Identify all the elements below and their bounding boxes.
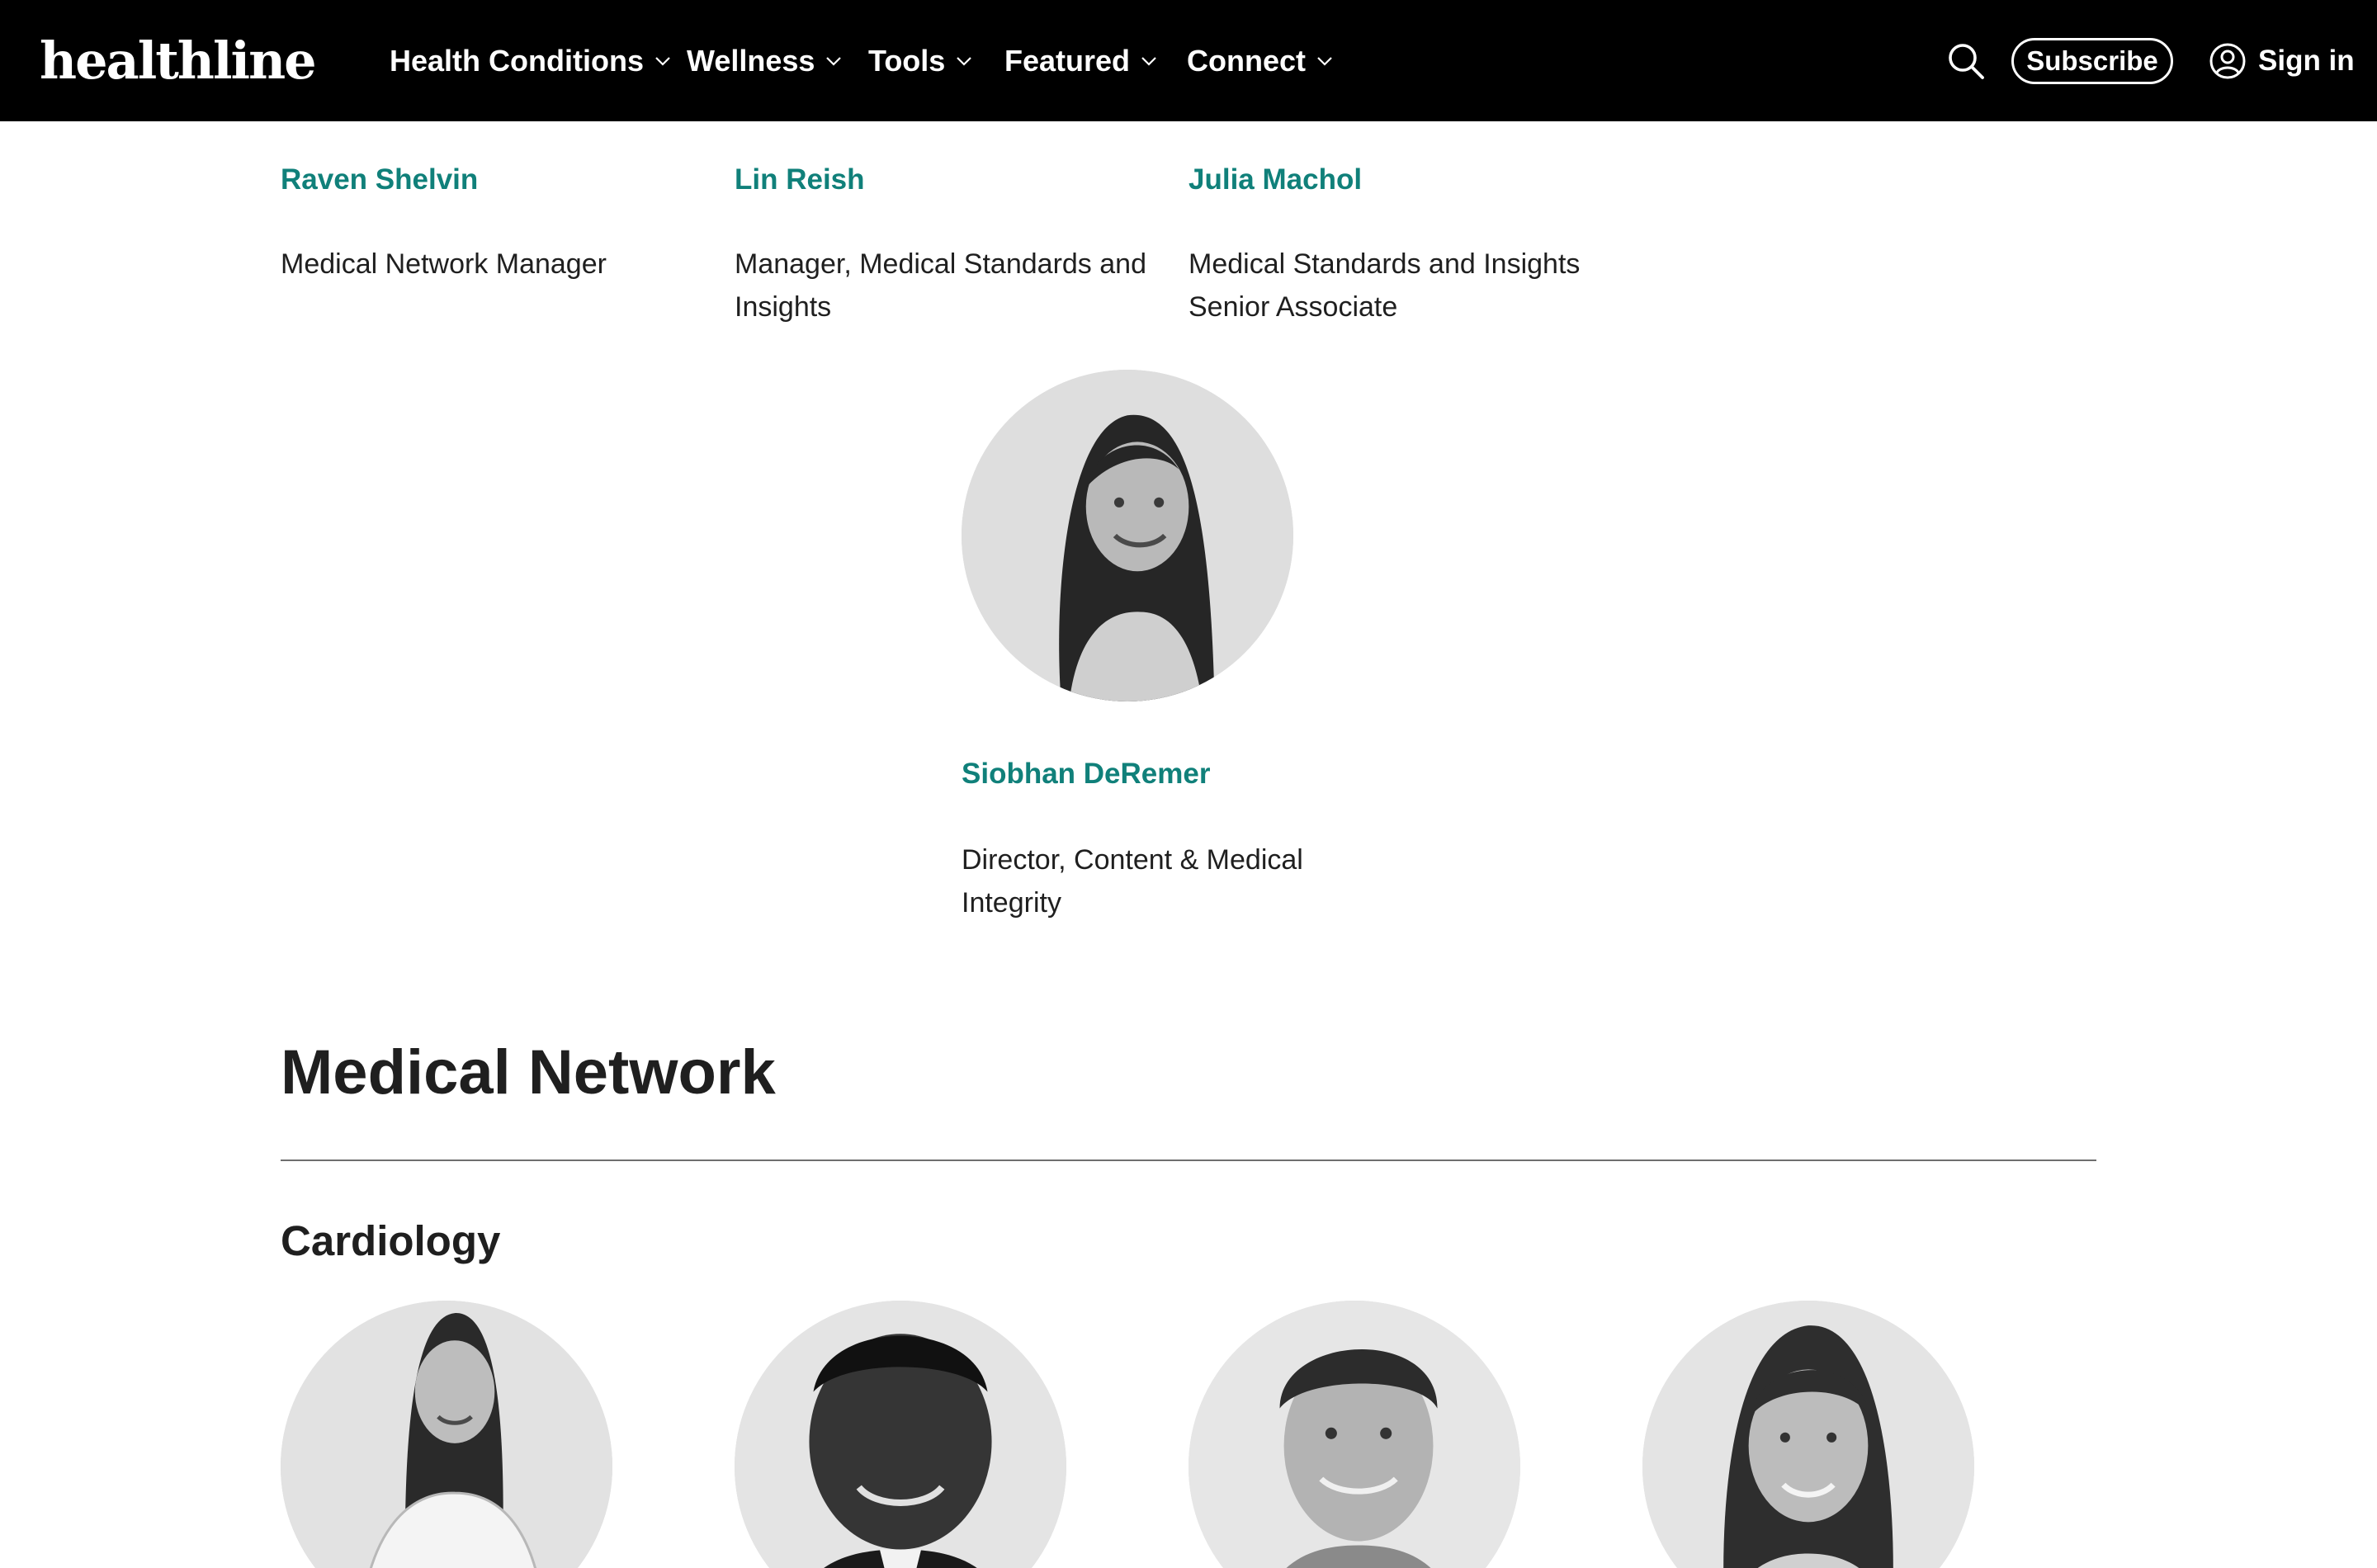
woman-portrait-icon	[962, 370, 1293, 701]
team-member-name[interactable]: Lin Reish	[735, 162, 865, 198]
search-icon	[1949, 44, 1984, 79]
sign-in-label: Sign in	[2258, 45, 2355, 77]
avatar[interactable]	[1642, 1301, 1974, 1568]
team-member-name[interactable]: Raven Shelvin	[281, 162, 478, 198]
nav-label: Health Conditions	[390, 44, 644, 78]
section-heading-medical-network: Medical Network	[281, 1037, 776, 1108]
nav-label: Connect	[1187, 44, 1306, 78]
man-portrait-icon	[735, 1301, 1066, 1568]
nav-connect[interactable]: Connect	[1187, 38, 1334, 84]
healthline-logo[interactable]: healthline	[40, 31, 317, 91]
subsection-heading-cardiology: Cardiology	[281, 1217, 501, 1264]
chevron-down-icon	[1141, 57, 1156, 66]
site-header: healthline Health Conditions Wellness To…	[0, 0, 2377, 121]
chevron-down-icon	[655, 57, 670, 66]
chevron-down-icon	[957, 57, 972, 66]
man-portrait-icon	[1188, 1301, 1520, 1568]
avatar[interactable]	[735, 1301, 1066, 1568]
nav-featured[interactable]: Featured	[1004, 38, 1158, 84]
featured-member-name[interactable]: Siobhan DeRemer	[962, 756, 1210, 792]
team-member-title: Medical Network Manager	[281, 248, 607, 280]
subscribe-button[interactable]: Subscribe	[2011, 38, 2173, 84]
nav-health-conditions[interactable]: Health Conditions	[390, 38, 672, 84]
doctor-portrait-icon	[281, 1301, 612, 1568]
nav-label: Tools	[868, 44, 946, 78]
team-member-title: Medical Standards and Insights Senior As…	[1188, 248, 1581, 323]
avatar[interactable]	[281, 1301, 612, 1568]
nav-label: Featured	[1004, 44, 1131, 78]
chevron-down-icon	[1317, 57, 1332, 66]
nav-tools[interactable]: Tools	[868, 38, 973, 84]
featured-member-title: Director, Content & Medical Integrity	[962, 844, 1303, 919]
search-button[interactable]	[1946, 41, 1986, 81]
section-divider	[281, 1159, 2096, 1161]
chevron-down-icon	[826, 57, 842, 66]
woman-portrait-icon	[1642, 1301, 1974, 1568]
avatar[interactable]	[962, 370, 1293, 701]
user-circle-icon	[2209, 43, 2246, 79]
avatar[interactable]	[1188, 1301, 1520, 1568]
team-member-name[interactable]: Julia Machol	[1188, 162, 1362, 198]
sign-in-button[interactable]: Sign in	[2209, 38, 2355, 84]
nav-wellness[interactable]: Wellness	[687, 38, 843, 84]
nav-label: Wellness	[687, 44, 815, 78]
team-member-title: Manager, Medical Standards and Insights	[735, 248, 1146, 323]
